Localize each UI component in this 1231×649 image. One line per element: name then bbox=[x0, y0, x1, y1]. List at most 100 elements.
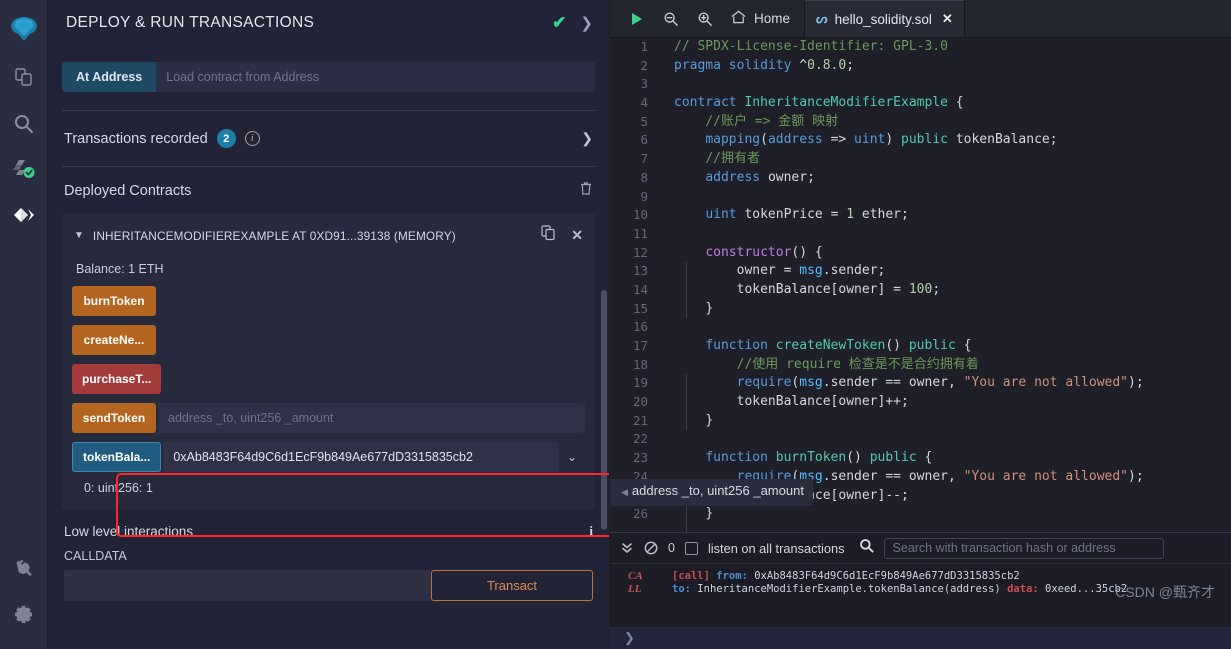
calldata-input[interactable] bbox=[64, 570, 431, 601]
code-text: require(msg.sender == owner, "You are no… bbox=[736, 375, 1144, 391]
terminal-search-icon[interactable] bbox=[859, 538, 874, 558]
token-balance-input[interactable] bbox=[163, 442, 559, 472]
low-level-header: Low level interactions i bbox=[64, 523, 593, 539]
contract-card-header[interactable]: ▼ INHERITANCEMODIFIEREXAMPLE AT 0XD91...… bbox=[72, 221, 585, 248]
code-text: constructor() { bbox=[705, 244, 823, 260]
code-text: // SPDX-License-Identifier: GPL-3.0 bbox=[674, 39, 948, 54]
burn-token-button[interactable]: burnToken bbox=[72, 286, 156, 316]
home-tab[interactable]: Home bbox=[722, 9, 804, 28]
remix-logo-icon[interactable] bbox=[0, 8, 48, 54]
send-token-input[interactable] bbox=[158, 403, 585, 433]
line-number: 26 bbox=[632, 506, 648, 522]
code-line: 14 tokenBalance[owner] = 100; bbox=[610, 281, 1231, 300]
send-token-button[interactable]: sendToken bbox=[72, 403, 156, 433]
code-editor[interactable]: 1 // SPDX-License-Identifier: GPL-3.0 2 pra… bbox=[610, 38, 1231, 532]
line-number: 23 bbox=[632, 450, 648, 466]
file-explorer-icon[interactable] bbox=[0, 54, 48, 100]
zoom-in-icon[interactable] bbox=[688, 0, 722, 38]
code-line: 23 function burnToken() public { bbox=[610, 449, 1231, 468]
token-balance-result: 0: uint256: 1 bbox=[84, 481, 153, 495]
info-icon[interactable]: i bbox=[244, 131, 260, 146]
plugin-manager-icon[interactable] bbox=[0, 545, 48, 591]
at-address-input[interactable] bbox=[156, 62, 595, 92]
token-balance-button[interactable]: tokenBala... bbox=[72, 442, 162, 472]
code-text: } bbox=[705, 506, 714, 522]
page-title: DEPLOY & RUN TRANSACTIONS bbox=[66, 14, 315, 31]
parameter-tooltip: ◀ address _to, uint256 _amount bbox=[610, 479, 813, 506]
create-new-token-button[interactable]: createNe... bbox=[72, 325, 156, 355]
line-number: 6 bbox=[640, 132, 648, 148]
zoom-out-icon[interactable] bbox=[654, 0, 688, 38]
trash-icon[interactable] bbox=[579, 181, 593, 201]
tab-hello-solidity-sol[interactable]: ᔕ hello_solidity.sol ✕ bbox=[804, 0, 965, 37]
watermark: CSDN @甄齐才 bbox=[1115, 584, 1215, 600]
code-text: address owner; bbox=[705, 169, 815, 185]
panel-expand-chevron-icon[interactable]: ❯ bbox=[580, 14, 593, 32]
log-body: [call] from: 0xAb8483F64d9C6d1EcF9b849Ae… bbox=[672, 570, 1127, 596]
code-line: 26 } bbox=[610, 505, 1231, 524]
transactions-recorded-row[interactable]: Transactions recorded 2 i ❯ bbox=[62, 111, 595, 166]
low-level-interactions-section: Low level interactions i CALLDATA Transa… bbox=[62, 509, 595, 601]
code-text: tokenBalance[owner] = 100; bbox=[736, 281, 941, 297]
listen-all-transactions-checkbox[interactable] bbox=[684, 541, 698, 555]
code-line: 4 contract InheritanceModifierExample { bbox=[610, 94, 1231, 113]
solidity-file-icon: ᔕ bbox=[816, 11, 828, 26]
panel-scrollbar[interactable] bbox=[601, 290, 607, 530]
terminal-search-input[interactable] bbox=[883, 537, 1164, 559]
code-line: 11 bbox=[610, 225, 1231, 244]
code-line: 2 pragma solidity ^0.8.0; bbox=[610, 57, 1231, 76]
line-number: 11 bbox=[632, 225, 648, 241]
line-number: 5 bbox=[640, 113, 648, 129]
terminal-prompt-caret: ❯ bbox=[624, 630, 635, 645]
line-number: 17 bbox=[632, 338, 648, 353]
home-icon bbox=[730, 9, 747, 28]
deploy-run-panel: DEPLOY & RUN TRANSACTIONS ✔ ❯ At Address… bbox=[48, 0, 610, 649]
code-line: 9 bbox=[610, 188, 1231, 207]
code-text: mapping(address => uint) public tokenBal… bbox=[705, 132, 1058, 148]
code-text: } bbox=[705, 300, 714, 316]
terminal-prompt[interactable]: ❯ bbox=[610, 627, 1231, 649]
code-lines-container: 1 // SPDX-License-Identifier: GPL-3.0 2 pra… bbox=[610, 38, 1231, 524]
transactions-recorded-chevron-icon[interactable]: ❯ bbox=[581, 130, 593, 147]
code-line: 1 // SPDX-License-Identifier: GPL-3.0 bbox=[610, 38, 1231, 57]
tab-close-icon[interactable]: ✕ bbox=[942, 11, 953, 27]
code-line: 16 bbox=[610, 318, 1231, 337]
deployed-contracts-title: Deployed Contracts bbox=[64, 183, 192, 199]
settings-icon[interactable] bbox=[0, 591, 48, 637]
line-number: 12 bbox=[632, 244, 648, 260]
left-icon-bar bbox=[0, 0, 48, 649]
code-text: tokenBalance[owner]++; bbox=[736, 394, 909, 410]
tooltip-arrow-icon: ◀ bbox=[621, 487, 628, 497]
plugin-active-check-icon: ✔ bbox=[552, 13, 567, 32]
code-text: contract InheritanceModifierExample { bbox=[674, 95, 964, 111]
run-icon[interactable] bbox=[620, 0, 654, 38]
copy-icon[interactable] bbox=[541, 225, 556, 246]
code-text: uint tokenPrice = 1 ether; bbox=[705, 207, 909, 223]
deployed-contracts-header: Deployed Contracts bbox=[62, 167, 595, 213]
line-number: 16 bbox=[632, 319, 648, 335]
transact-button[interactable]: Transact bbox=[431, 570, 593, 601]
low-level-info-icon[interactable]: i bbox=[589, 523, 593, 539]
line-number: 9 bbox=[640, 188, 648, 204]
close-icon[interactable]: ✕ bbox=[571, 227, 583, 244]
chevron-down-icon[interactable]: ▼ bbox=[74, 230, 84, 241]
line-number: 7 bbox=[640, 151, 648, 167]
calldata-row: Transact bbox=[64, 570, 593, 601]
at-address-button[interactable]: At Address bbox=[62, 62, 157, 92]
log-from-value: 0xAb8483F64d9C6d1EcF9b849Ae677dD3315835c… bbox=[754, 570, 1020, 582]
clear-console-icon[interactable] bbox=[644, 541, 658, 555]
low-level-title: Low level interactions bbox=[64, 523, 194, 539]
line-number: 13 bbox=[632, 263, 648, 279]
deploy-run-icon[interactable] bbox=[0, 192, 48, 238]
purchase-token-button[interactable]: purchaseT... bbox=[72, 364, 162, 394]
editor-tab-bar: Home ᔕ hello_solidity.sol ✕ bbox=[610, 0, 1231, 38]
collapse-all-icon[interactable] bbox=[620, 541, 634, 555]
code-line: 19 require(msg.sender == owner, "You are… bbox=[610, 374, 1231, 393]
token-balance-expand-chevron-icon[interactable]: ⌄ bbox=[559, 450, 585, 464]
panel-body: At Address Transactions recorded 2 i ❯ D… bbox=[48, 62, 609, 601]
search-icon[interactable] bbox=[0, 100, 48, 146]
code-line: 22 bbox=[610, 430, 1231, 449]
solidity-compiler-icon[interactable] bbox=[0, 146, 48, 192]
